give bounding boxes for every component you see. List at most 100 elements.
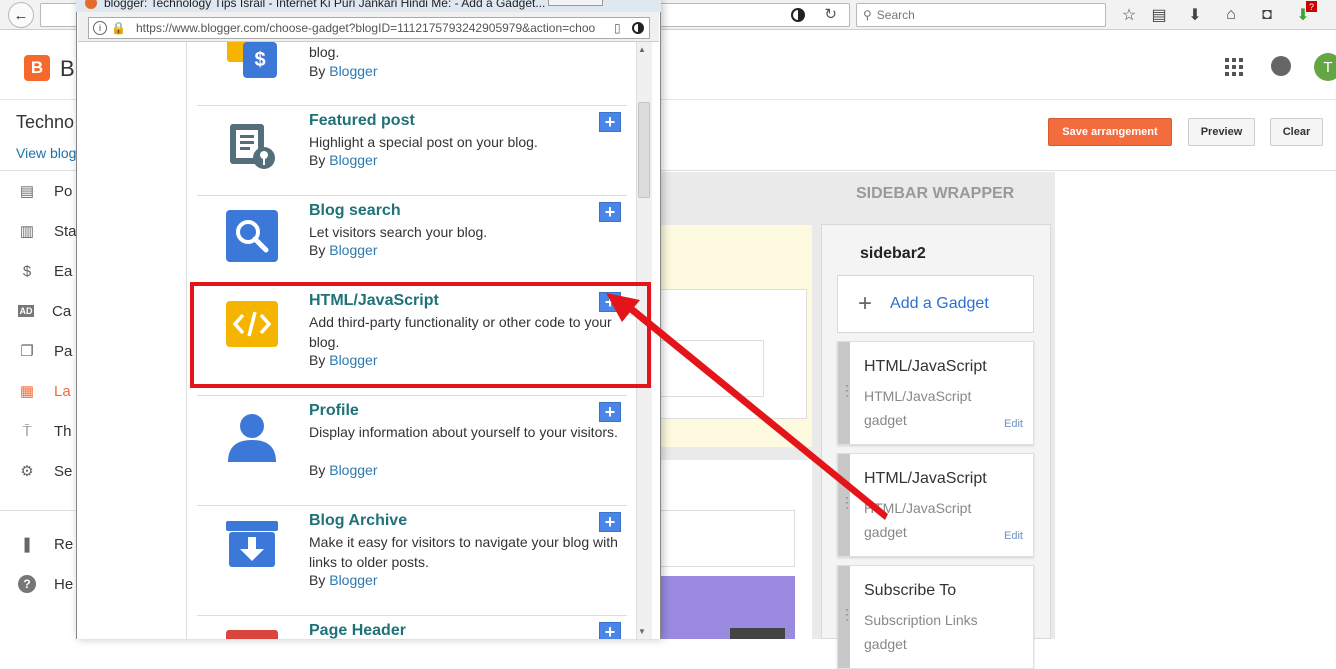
nav-item-layout[interactable]: ▦ La [18, 381, 71, 401]
gadget-by: By Blogger [309, 152, 378, 168]
notifications-icon[interactable] [1271, 56, 1291, 76]
info-icon[interactable]: i [93, 21, 107, 35]
nav-item-pages[interactable]: ❐ Pa [18, 341, 72, 361]
by-label: By [309, 462, 326, 478]
author-link[interactable]: Blogger [329, 242, 377, 258]
author-link[interactable]: Blogger [329, 462, 377, 478]
main-image-dark-bar [730, 628, 785, 639]
blogger-logo-icon[interactable]: B [24, 55, 50, 81]
gadget-by: By Blogger [309, 63, 378, 79]
blogger-brand-text: B [60, 56, 75, 81]
pocket-icon[interactable]: ◘ [1256, 4, 1278, 26]
main-gadget-box[interactable] [660, 510, 795, 567]
nav-item-stats[interactable]: ▥ Sta [18, 221, 77, 241]
gadget-name[interactable]: Blog Archive [309, 512, 407, 530]
add-gadget-plus-button[interactable]: + [599, 112, 621, 132]
gadget-name[interactable]: Page Header [309, 622, 406, 639]
drag-handle[interactable] [838, 566, 854, 668]
lock-icon: 🔒 [111, 21, 126, 35]
gadget-edit-link[interactable]: Edit [1004, 530, 1023, 542]
posts-icon: ▤ [19, 183, 35, 200]
gadget-card[interactable]: HTML/JavaScript HTML/JavaScript gadget E… [837, 453, 1034, 557]
add-gadget-button[interactable]: + Add a Gadget [837, 275, 1034, 333]
drag-handle[interactable] [838, 454, 854, 556]
nav-label: Sta [54, 222, 77, 240]
author-link[interactable]: Blogger [329, 572, 377, 588]
earnings-icon: $ [22, 262, 32, 280]
search-placeholder: Search [876, 8, 915, 22]
sidebar2-title: sidebar2 [860, 245, 926, 262]
gadget-name[interactable]: Featured post [309, 112, 415, 130]
gadget-card-title: HTML/JavaScript [864, 358, 987, 375]
gadget-item-page-header: Page Header + [197, 616, 627, 639]
profile-icon [226, 410, 278, 462]
nav-label: He [54, 575, 74, 593]
home-icon[interactable]: ⌂ [1220, 4, 1242, 26]
contrast-icon[interactable] [632, 22, 644, 34]
nav-label: Ca [52, 302, 72, 320]
nav-label: La [54, 382, 71, 400]
nav-item-reading-list[interactable]: ❚ Re [18, 534, 73, 554]
drag-handle[interactable] [838, 342, 854, 444]
nav-divider [0, 510, 76, 511]
help-icon: ? [18, 575, 36, 593]
reading-list-icon[interactable]: ▤ [1148, 4, 1170, 26]
sidebar-wrapper-label: SIDEBAR WRAPPER [856, 185, 1015, 202]
by-label: By [309, 152, 326, 168]
highlight-annotation-box [190, 282, 651, 388]
nav-item-theme[interactable]: ⍑ Th [18, 421, 71, 441]
nav-label: Ea [54, 262, 73, 280]
preview-button[interactable]: Preview [1188, 118, 1255, 146]
browser-search-input[interactable]: ⚲ Search [856, 3, 1106, 27]
nav-item-posts[interactable]: ▤ Po [18, 181, 72, 201]
back-arrow-icon: ← [13, 6, 29, 24]
nav-item-help[interactable]: ? He [18, 574, 73, 594]
popup-window-controls[interactable] [548, 0, 603, 6]
clear-button[interactable]: Clear [1270, 118, 1323, 146]
author-link[interactable]: Blogger [329, 152, 377, 168]
gadget-card-subtitle: Subscription Links gadget [864, 612, 978, 652]
popup-scrollbar-thumb[interactable] [638, 102, 650, 198]
nav-label: Po [54, 182, 73, 200]
gadget-card[interactable]: HTML/JavaScript HTML/JavaScript gadget E… [837, 341, 1034, 445]
popup-url-text: https://www.blogger.com/choose-gadget?bl… [135, 21, 596, 35]
popup-url-bar[interactable]: i 🔒 https://www.blogger.com/choose-gadge… [88, 17, 650, 39]
dollar-icon: $ [243, 42, 277, 78]
scroll-up-arrow-icon[interactable]: ▲ [638, 45, 646, 54]
back-button[interactable]: ← [8, 2, 34, 28]
gadget-card-title: HTML/JavaScript [864, 470, 987, 487]
by-label: By [309, 242, 326, 258]
add-gadget-plus-button[interactable]: + [599, 622, 621, 639]
save-arrangement-button[interactable]: Save arrangement [1048, 118, 1172, 146]
add-gadget-label: Add a Gadget [890, 295, 989, 312]
by-label: By [309, 63, 326, 79]
reader-mode-icon[interactable] [791, 8, 805, 22]
author-link[interactable]: Blogger [329, 63, 377, 79]
star-icon[interactable]: ☆ [1118, 4, 1140, 26]
nav-item-settings[interactable]: ⚙ Se [18, 461, 72, 481]
layout-icon: ▦ [19, 383, 35, 400]
gadget-desc: Display information about yourself to yo… [309, 424, 618, 440]
add-gadget-plus-button[interactable]: + [599, 512, 621, 532]
apps-grid-icon[interactable] [1225, 58, 1243, 76]
scroll-down-arrow-icon[interactable]: ▼ [638, 627, 646, 636]
download-icon[interactable]: ⬇ [1184, 4, 1206, 26]
view-blog-link[interactable]: View blog [16, 145, 76, 161]
avatar[interactable]: T [1314, 53, 1336, 81]
reader-view-icon[interactable]: ▯ [614, 21, 628, 35]
featured-post-icon [226, 120, 278, 172]
gadget-name[interactable]: Profile [309, 402, 359, 420]
nav-item-campaigns[interactable]: AD Ca [18, 301, 71, 321]
addon-badge: ? [1306, 1, 1317, 12]
add-gadget-plus-button[interactable]: + [599, 402, 621, 422]
popup-title: blogger: Technology Tips Israil - Intern… [104, 0, 546, 10]
gadget-edit-link[interactable]: Edit [1004, 418, 1023, 430]
add-gadget-plus-button[interactable]: + [599, 202, 621, 222]
gadget-name[interactable]: Blog search [309, 202, 401, 220]
campaigns-icon: AD [18, 305, 34, 317]
page-header-icon [226, 630, 278, 639]
reload-icon[interactable]: ↻ [824, 5, 837, 23]
gadget-card[interactable]: Subscribe To Subscription Links gadget [837, 565, 1034, 669]
nav-item-earnings[interactable]: $ Ea [18, 261, 73, 281]
gadget-by: By Blogger [309, 462, 378, 478]
